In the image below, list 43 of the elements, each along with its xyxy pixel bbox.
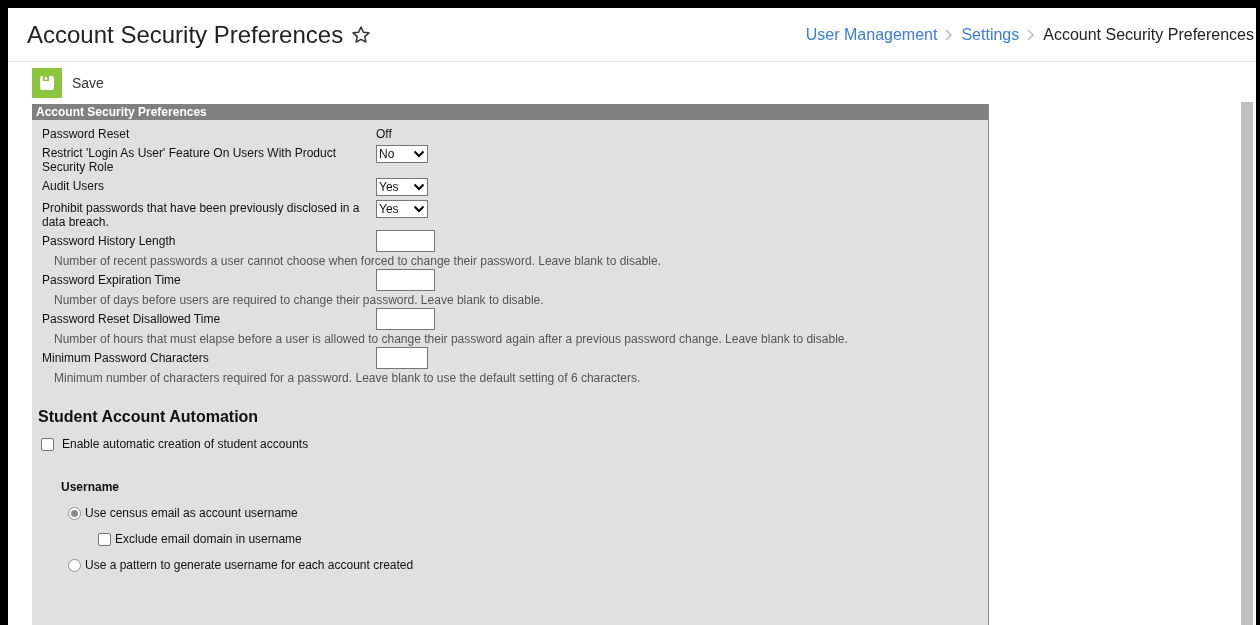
subsection-heading: Username xyxy=(61,479,121,496)
dropdown[interactable]: Yes xyxy=(376,200,428,218)
field-label: Audit Users xyxy=(42,178,106,193)
checkbox[interactable] xyxy=(41,437,54,451)
field-hint: Number of hours that must elapse before a user is allowed to change their password again after a previous password change. Leave blank to disable. xyxy=(53,332,849,346)
radio-button[interactable] xyxy=(68,558,81,572)
chevron-icon xyxy=(945,28,954,41)
field-value: Off xyxy=(376,126,392,141)
radio-label: Use census email as account username xyxy=(85,505,298,522)
breadcrumb-link[interactable]: User Management xyxy=(805,22,938,47)
checkbox-label: Exclude email domain in username xyxy=(115,531,302,548)
field-label: Restrict 'Login As User' Feature On Users With Product Security Role xyxy=(42,145,338,174)
number-field[interactable] xyxy=(376,230,435,252)
page-title: Account Security Preferences xyxy=(27,19,344,50)
field-label: Password History Length xyxy=(42,233,177,248)
field-hint: Minimum number of characters required for a password. Leave blank to use the default setting of 6 characters. xyxy=(53,371,642,385)
radio-button[interactable] xyxy=(68,506,81,520)
number-field[interactable] xyxy=(376,347,428,369)
star-icon[interactable] xyxy=(351,24,372,45)
number-field[interactable] xyxy=(376,269,435,291)
dropdown[interactable]: Yes xyxy=(376,178,428,196)
dropdown[interactable]: No xyxy=(376,145,428,163)
field-label: Password Reset xyxy=(42,126,131,141)
breadcrumb-current: Account Security Preferences xyxy=(1043,24,1254,45)
chevron-down-icon xyxy=(413,150,425,158)
field-label: Password Expiration Time xyxy=(42,272,182,287)
save-icon xyxy=(32,68,62,98)
chevron-down-icon xyxy=(413,183,425,191)
chevron-icon xyxy=(1027,28,1036,41)
field-label: Prohibit passwords that have been previously disclosed in a data breach. xyxy=(42,200,361,229)
field-label: Password Reset Disallowed Time xyxy=(42,311,222,326)
chevron-down-icon xyxy=(413,205,425,213)
save-button[interactable]: Save xyxy=(32,68,104,98)
field-label: Minimum Password Characters xyxy=(42,350,210,365)
field-hint: Number of recent passwords a user cannot choose when forced to change their password. Leave blank to disable. xyxy=(53,254,663,268)
radio-label: Use a pattern to generate username for each account created xyxy=(85,557,414,574)
breadcrumb-link[interactable]: Settings xyxy=(961,22,1020,47)
checkbox-label: Enable automatic creation of student accounts xyxy=(62,436,309,453)
field-hint: Number of days before users are required to change their password. Leave blank to disable. xyxy=(53,293,545,307)
checkbox[interactable] xyxy=(98,532,111,546)
section-heading: Student Account Automation xyxy=(38,407,260,427)
panel-header: Account Security Preferences xyxy=(32,104,988,120)
number-field[interactable] xyxy=(376,308,435,330)
